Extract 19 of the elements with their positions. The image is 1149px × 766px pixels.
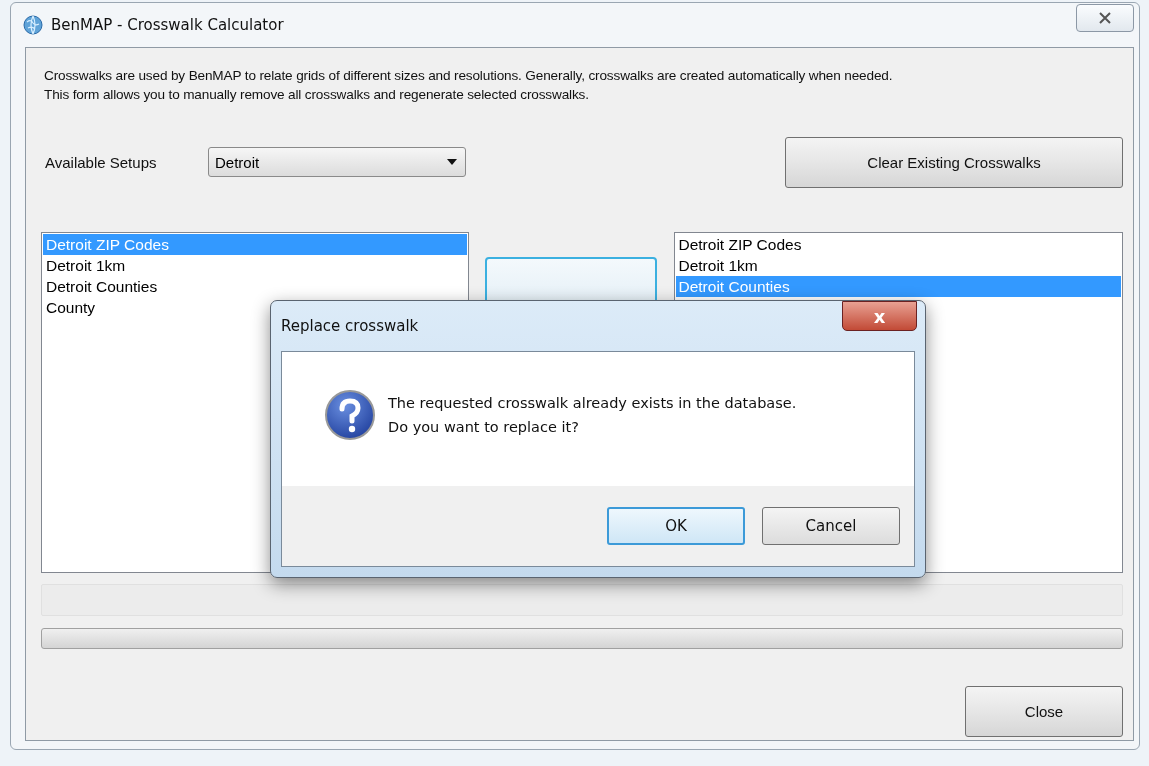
window-title: BenMAP - Crosswalk Calculator [51, 16, 284, 34]
dialog-title: Replace crosswalk [281, 317, 419, 335]
close-window-button[interactable]: Close [965, 686, 1123, 737]
close-button[interactable] [1076, 4, 1134, 32]
dialog-message: The requested crosswalk already exists in the database. Do you want to replace it? [388, 394, 797, 437]
list-item[interactable]: Detroit ZIP Codes [675, 234, 1121, 255]
list-item[interactable]: Detroit 1km [43, 255, 467, 276]
cancel-button[interactable]: Cancel [762, 507, 900, 545]
list-item[interactable]: Detroit 1km [675, 255, 1121, 276]
clear-crosswalks-button[interactable]: Clear Existing Crosswalks [785, 136, 1123, 188]
setups-dropdown[interactable]: Detroit [208, 147, 466, 177]
ok-button[interactable]: OK [607, 507, 745, 545]
globe-icon [23, 15, 43, 35]
dropdown-arrow-icon [447, 159, 457, 165]
description-text: Crosswalks are used by BenMAP to relate grids of different sizes and resolutions. Generally, crosswalks are created automatically when needed. This form allows you to manually remove all crosswalks and regenerate selected crosswalks. [44, 67, 894, 104]
setups-label: Available Setups [45, 153, 158, 171]
question-icon [324, 389, 376, 441]
close-icon [1098, 12, 1112, 24]
list-item[interactable]: Detroit Counties [43, 276, 467, 297]
